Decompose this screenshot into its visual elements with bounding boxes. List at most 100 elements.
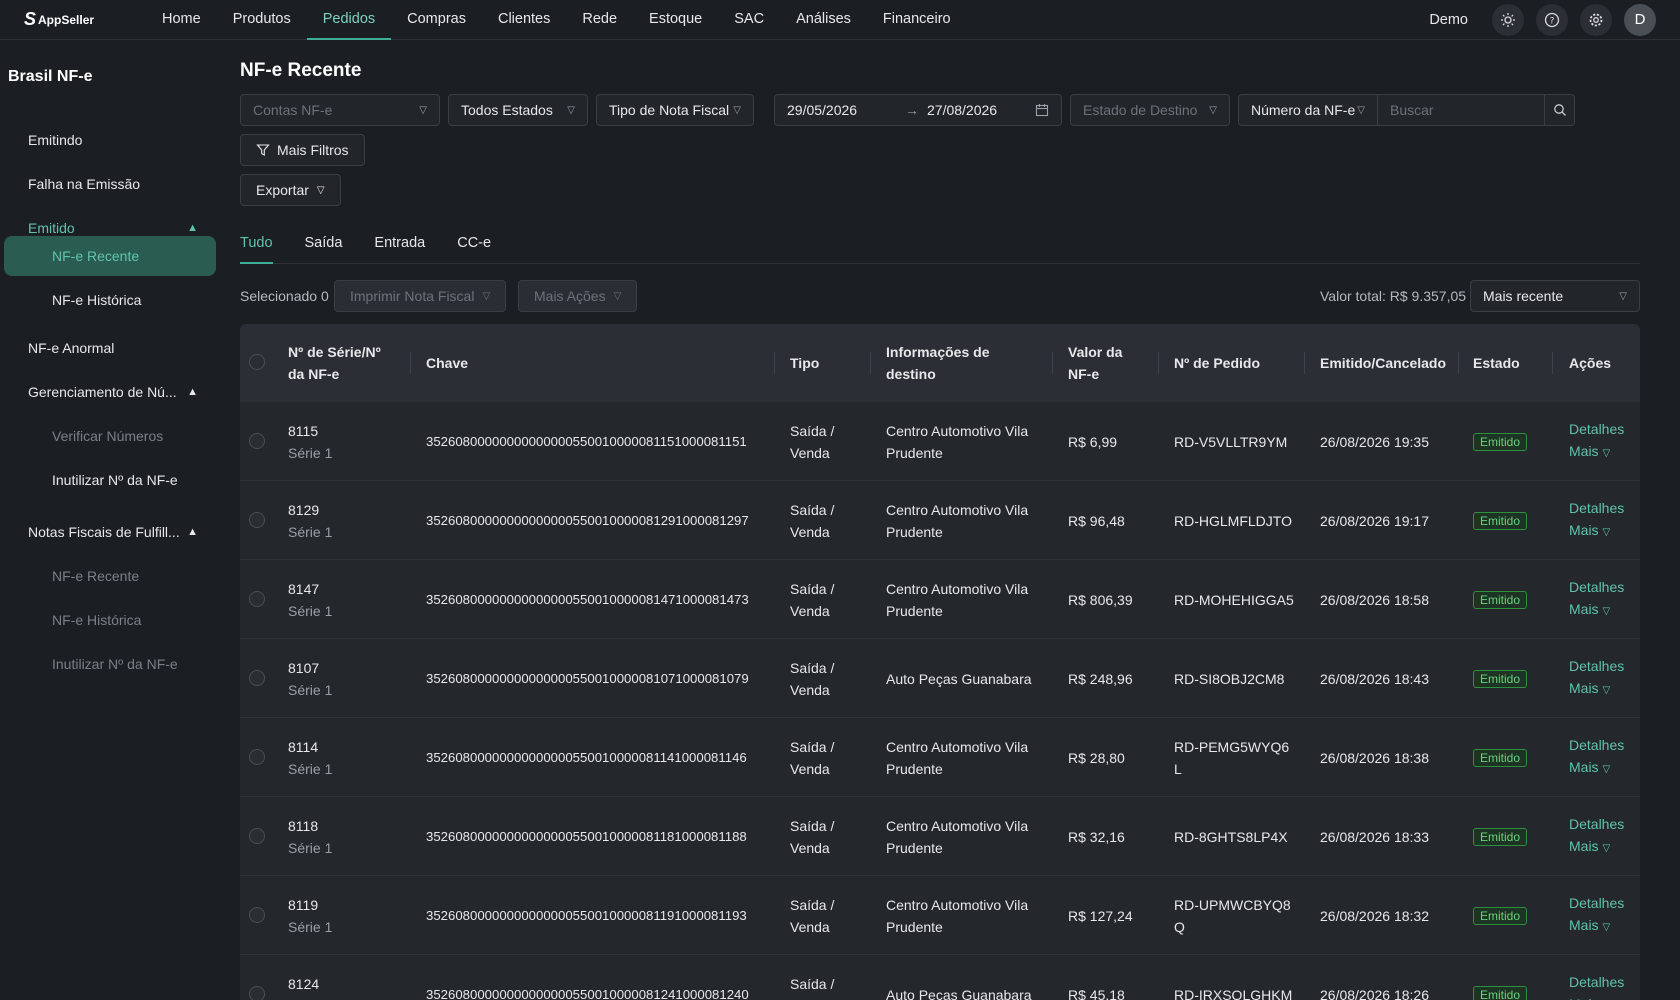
tab-cce[interactable]: CC-e <box>457 224 491 264</box>
mais-acoes-button[interactable]: Mais Ações ▽ <box>518 280 638 312</box>
sidebar-item-nfe-recente[interactable]: NF-e Recente <box>52 236 262 276</box>
nfe-type: Saída / Venda <box>790 738 835 777</box>
app-logo[interactable]: S AppSeller <box>24 9 139 30</box>
detalhes-link[interactable]: Detalhes <box>1569 418 1639 440</box>
logo-text: AppSeller <box>38 12 95 27</box>
table-row[interactable]: 8118 Série 1 352608000000000000005500100… <box>240 797 1640 876</box>
detalhes-link[interactable]: Detalhes <box>1569 576 1639 598</box>
nav-rede[interactable]: Rede <box>566 0 633 40</box>
row-checkbox[interactable] <box>249 749 265 765</box>
mais-dropdown[interactable]: Mais ▽ <box>1569 598 1639 623</box>
table-row[interactable]: 8147 Série 1 352608000000000000005500100… <box>240 560 1640 639</box>
order-number[interactable]: RD-V5VLLTR9YM <box>1174 431 1294 453</box>
theme-toggle-button[interactable] <box>1492 3 1524 36</box>
search-input[interactable]: Buscar <box>1377 94 1545 126</box>
mais-dropdown[interactable]: Mais ▽ <box>1569 914 1639 939</box>
date-from[interactable]: 29/05/2026 <box>787 102 897 118</box>
order-number[interactable]: RD-8GHTS8LP4X <box>1174 826 1294 848</box>
sidebar-item-ful-historica[interactable]: NF-e Histórica <box>52 600 262 640</box>
tab-saida[interactable]: Saída <box>305 224 343 264</box>
sidebar-item-ful-inutilizar[interactable]: Inutilizar Nº da NF-e <box>52 644 262 684</box>
mais-dropdown[interactable]: Mais ▽ <box>1569 440 1639 465</box>
search-button[interactable] <box>1544 94 1575 126</box>
table-row[interactable]: 8107 Série 1 352608000000000000005500100… <box>240 639 1640 718</box>
nav-financeiro[interactable]: Financeiro <box>867 0 967 40</box>
nav-pedidos[interactable]: Pedidos <box>306 0 392 40</box>
settings-button[interactable] <box>1580 3 1612 36</box>
mais-label: Mais <box>1569 443 1599 459</box>
detalhes-link[interactable]: Detalhes <box>1569 734 1639 756</box>
nav-sac[interactable]: SAC <box>718 0 780 40</box>
estados-select[interactable]: Todos Estados ▽ <box>448 94 588 126</box>
order-number[interactable]: RD-PEMG5WYQ6L <box>1174 736 1294 780</box>
sidebar-item-nfe-anormal[interactable]: NF-e Anormal <box>28 328 238 368</box>
select-all-checkbox[interactable] <box>249 354 265 370</box>
sidebar-item-fulfillment[interactable]: Notas Fiscais de Fulfill... ▲ <box>28 512 238 552</box>
sidebar-item-inutilizar[interactable]: Inutilizar Nº da NF-e <box>52 460 262 500</box>
header-destino[interactable]: Informações de destino <box>886 324 1006 402</box>
exportar-button[interactable]: Exportar ▽ <box>240 174 341 206</box>
row-checkbox[interactable] <box>249 670 265 686</box>
sidebar-item-ful-recente[interactable]: NF-e Recente <box>52 556 262 596</box>
order-number[interactable]: RD-SI8OBJ2CM8 <box>1174 668 1294 690</box>
nav-home[interactable]: Home <box>146 0 217 40</box>
tipo-nota-select[interactable]: Tipo de Nota Fiscal ▽ <box>596 94 754 126</box>
chevron-down-icon: ▽ <box>1602 764 1611 775</box>
header-valor[interactable]: Valor da NF-e <box>1068 324 1138 402</box>
header-tipo[interactable]: Tipo <box>790 324 819 402</box>
detalhes-link[interactable]: Detalhes <box>1569 813 1639 835</box>
detalhes-link[interactable]: Detalhes <box>1569 497 1639 519</box>
table-row[interactable]: 8119 Série 1 352608000000000000005500100… <box>240 876 1640 955</box>
sidebar-item-nfe-historica[interactable]: NF-e Histórica <box>52 280 262 320</box>
imprimir-nota-button[interactable]: Imprimir Nota Fiscal ▽ <box>334 280 507 312</box>
row-checkbox[interactable] <box>249 591 265 607</box>
detalhes-link[interactable]: Detalhes <box>1569 892 1639 914</box>
row-checkbox[interactable] <box>249 433 265 449</box>
mais-dropdown[interactable]: Mais ▽ <box>1569 519 1639 544</box>
contas-select[interactable]: Contas NF-e ▽ <box>240 94 440 126</box>
mais-dropdown[interactable]: Mais ▽ <box>1569 835 1639 860</box>
header-serie[interactable]: Nº de Série/Nº da NF-e <box>288 324 398 402</box>
header-emitido[interactable]: Emitido/Cancelado <box>1320 324 1446 402</box>
order-number[interactable]: RD-IRXSQLGHKM <box>1174 984 1294 1000</box>
sort-select[interactable]: Mais recente ▽ <box>1470 280 1640 312</box>
tab-tudo[interactable]: Tudo <box>240 224 273 264</box>
row-checkbox[interactable] <box>249 512 265 528</box>
table-row[interactable]: 8124 Série 1 352608000000000000005500100… <box>240 955 1640 1000</box>
row-checkbox[interactable] <box>249 986 265 1000</box>
nav-estoque[interactable]: Estoque <box>633 0 718 40</box>
help-button[interactable]: ? <box>1536 3 1568 36</box>
mais-dropdown[interactable]: Mais ▽ <box>1569 677 1639 702</box>
avatar[interactable]: D <box>1624 3 1656 36</box>
row-checkbox[interactable] <box>249 907 265 923</box>
table-row[interactable]: 8114 Série 1 352608000000000000005500100… <box>240 718 1640 797</box>
nav-analises[interactable]: Análises <box>780 0 867 40</box>
sidebar-item-gerenciamento[interactable]: Gerenciamento de Nú... ▲ <box>28 372 238 412</box>
nav-produtos[interactable]: Produtos <box>217 0 307 40</box>
table-row[interactable]: 8115 Série 1 352608000000000000005500100… <box>240 402 1640 481</box>
order-number[interactable]: RD-MOHEHIGGA5 <box>1174 589 1294 611</box>
header-pedido[interactable]: Nº de Pedido <box>1174 324 1260 402</box>
sidebar-item-emitindo[interactable]: Emitindo <box>28 120 238 160</box>
estado-destino-select[interactable]: Estado de Destino ▽ <box>1070 94 1230 126</box>
sidebar-item-falha[interactable]: Falha na Emissão <box>28 164 238 204</box>
row-checkbox[interactable] <box>249 828 265 844</box>
mais-dropdown[interactable]: Mais ▽ <box>1569 756 1639 781</box>
mais-filtros-button[interactable]: Mais Filtros <box>240 134 365 166</box>
date-range-picker[interactable]: 29/05/2026 → 27/08/2026 <box>774 94 1062 126</box>
table-row[interactable]: 8129 Série 1 352608000000000000005500100… <box>240 481 1640 560</box>
header-chave[interactable]: Chave <box>426 324 468 402</box>
tab-entrada[interactable]: Entrada <box>374 224 425 264</box>
date-to[interactable]: 27/08/2026 <box>927 102 997 118</box>
order-number[interactable]: RD-HGLMFLDJTO <box>1174 510 1294 532</box>
order-number[interactable]: RD-UPMWCBYQ8Q <box>1174 894 1294 938</box>
nav-compras[interactable]: Compras <box>391 0 482 40</box>
numero-nfe-select[interactable]: Número da NF-e ▽ <box>1238 94 1378 126</box>
user-name[interactable]: Demo <box>1429 12 1468 28</box>
detalhes-link[interactable]: Detalhes <box>1569 971 1639 993</box>
nav-clientes[interactable]: Clientes <box>482 0 566 40</box>
mais-dropdown[interactable]: Mais ▽ <box>1569 993 1639 1000</box>
sidebar-item-verificar[interactable]: Verificar Números <box>52 416 262 456</box>
header-estado[interactable]: Estado <box>1473 324 1520 402</box>
detalhes-link[interactable]: Detalhes <box>1569 655 1639 677</box>
